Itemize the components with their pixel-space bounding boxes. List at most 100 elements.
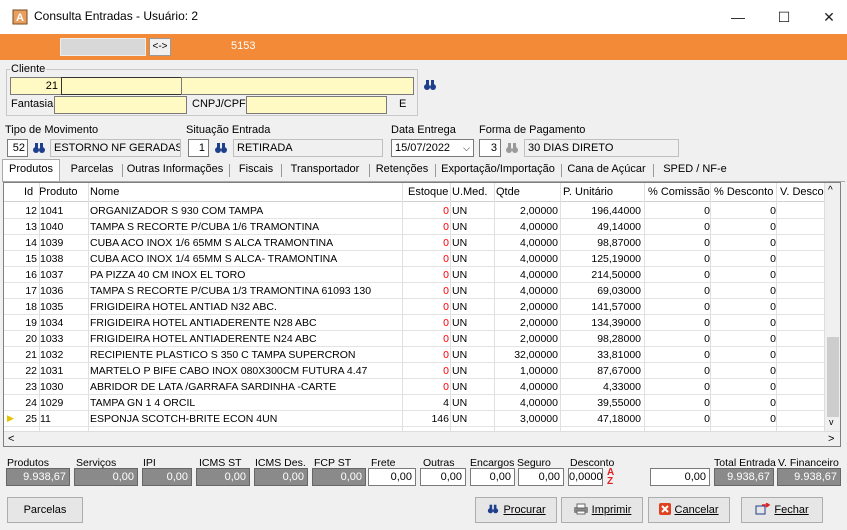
table-row[interactable]: 20 1033 FRIGIDEIRA HOTEL ANTIADERENTE N24 … <box>4 331 824 347</box>
encargos-field[interactable]: 0,00 <box>470 468 515 486</box>
oc-number: 5153 <box>231 40 256 52</box>
pagamento-code[interactable]: 3 <box>479 139 501 157</box>
col-vdesconto[interactable]: V. Desco <box>780 186 824 198</box>
cell-produto: 1034 <box>40 317 64 329</box>
cell-nome: PA PIZZA 40 CM INOX EL TORO <box>90 269 246 281</box>
cell-desconto: 0 <box>770 237 776 249</box>
cell-desconto: 0 <box>770 397 776 409</box>
col-nome[interactable]: Nome <box>90 186 119 198</box>
tab-sped-nfe[interactable]: SPED / NF-e <box>654 160 736 180</box>
col-umed[interactable]: U.Med. <box>452 186 487 198</box>
cell-punitario: 49,14000 <box>597 221 641 233</box>
cell-qtde: 4,00000 <box>520 397 558 409</box>
cancelar-button[interactable]: Cancelar <box>648 497 730 523</box>
frete-field[interactable]: 0,00 <box>368 468 416 486</box>
procurar-button[interactable]: Procurar <box>475 497 557 523</box>
seguro-field[interactable]: 0,00 <box>518 468 564 486</box>
table-row[interactable]: 13 1040 TAMPA S RECORTE P/CUBA 1/6 TRAMONT… <box>4 219 824 235</box>
desconto-percent-field[interactable]: 0,0000 <box>568 468 603 486</box>
cell-umed: UN <box>452 301 468 313</box>
data-entrega-field[interactable]: 15/07/2022 ⌵ <box>391 139 474 157</box>
cliente-label: Cliente <box>10 63 47 75</box>
minimize-button[interactable]: — <box>718 4 758 30</box>
column-divider <box>644 183 645 431</box>
imprimir-button[interactable]: Imprimir <box>561 497 643 523</box>
totals-footer: Produtos Serviços IPI ICMS ST ICMS Des. … <box>0 457 847 497</box>
cell-comissao: 0 <box>704 349 710 361</box>
col-comissao[interactable]: % Comissão <box>648 186 710 198</box>
col-desconto[interactable]: % Desconto <box>714 186 773 198</box>
scrollbar-thumb[interactable] <box>827 337 839 417</box>
scroll-left-icon[interactable]: < <box>8 433 14 445</box>
col-qtde[interactable]: Qtde <box>496 186 520 198</box>
table-row[interactable]: 22 1031 MARTELO P BIFE CABO INOX 080X300CM… <box>4 363 824 379</box>
horizontal-scrollbar[interactable]: < > <box>4 431 840 446</box>
table-row[interactable]: 15 1038 CUBA ACO INOX 1/4 65MM S ALCA- TRA… <box>4 251 824 267</box>
fechar-button[interactable]: Fechar <box>741 497 823 523</box>
binoculars-icon[interactable] <box>423 78 437 92</box>
fantasia-field[interactable] <box>54 96 187 114</box>
cell-umed: UN <box>452 317 468 329</box>
tab-produtos[interactable]: Produtos <box>2 159 60 181</box>
outras-field[interactable]: 0,00 <box>420 468 466 486</box>
tipo-mov-code[interactable]: 52 <box>7 139 28 157</box>
binoculars-icon[interactable] <box>214 141 228 155</box>
cell-id: 18 <box>25 301 37 313</box>
maximize-button[interactable]: ☐ <box>764 4 804 30</box>
table-row[interactable]: 21 1032 RECIPIENTE PLASTICO S 350 C TAMPA … <box>4 347 824 363</box>
tab-parcelas[interactable]: Parcelas <box>63 160 121 180</box>
table-row[interactable]: 14 1039 CUBA ACO INOX 1/6 65MM S ALCA TRAM… <box>4 235 824 251</box>
products-grid[interactable]: Id Produto Nome Estoque U.Med. Qtde P. U… <box>3 182 841 447</box>
cell-desconto: 0 <box>770 269 776 281</box>
cliente-name-field[interactable] <box>61 77 182 95</box>
table-row[interactable]: 16 1037 PA PIZZA 40 CM INOX EL TORO 0 UN 4,00… <box>4 267 824 283</box>
cell-comissao: 0 <box>704 317 710 329</box>
cell-desconto: 0 <box>770 205 776 217</box>
scroll-up-icon[interactable]: ^ <box>828 185 833 196</box>
parcelas-button[interactable]: Parcelas <box>7 497 83 523</box>
table-row[interactable]: 24 1029 TAMPA GN 1 4 ORCIL 4 UN 4,00000 39,550… <box>4 395 824 411</box>
tab-retencoes[interactable]: Retenções <box>370 160 434 180</box>
close-button[interactable]: ✕ <box>809 4 847 30</box>
oc-input[interactable] <box>60 38 146 56</box>
situacao-code[interactable]: 1 <box>188 139 209 157</box>
binoculars-icon[interactable] <box>505 141 519 155</box>
cell-desconto: 0 <box>770 349 776 361</box>
cell-id: 17 <box>25 285 37 297</box>
cell-id: 20 <box>25 333 37 345</box>
cell-punitario: 98,87000 <box>597 237 641 249</box>
cell-produto: 1032 <box>40 349 64 361</box>
window-titlebar: A Consulta Entradas - Usuário: 2 — ☐ ✕ <box>0 0 847 34</box>
parcelas-button-label: Parcelas <box>23 504 67 516</box>
chevron-down-icon[interactable]: ⌵ <box>463 141 470 156</box>
tab-transportador[interactable]: Transportador <box>282 160 368 180</box>
oc-nav-button[interactable]: <-> <box>149 38 171 56</box>
scroll-right-icon[interactable]: > <box>828 433 834 445</box>
table-row[interactable]: ▶ 25 11 ESPONJA SCOTCH-BRITE ECON 4UN 146 UN 3… <box>4 411 824 427</box>
cell-qtde: 2,00000 <box>520 317 558 329</box>
col-estoque[interactable]: Estoque <box>408 186 448 198</box>
col-punitario[interactable]: P. Unitário <box>563 186 613 198</box>
tab-fiscais[interactable]: Fiscais <box>230 160 282 180</box>
cell-comissao: 0 <box>704 269 710 281</box>
binoculars-icon[interactable] <box>32 141 46 155</box>
table-row[interactable]: 18 1035 FRIGIDEIRA HOTEL ANTIAD N32 ABC. 0 U… <box>4 299 824 315</box>
sort-toggle-icon[interactable]: AZ <box>607 468 614 487</box>
col-id[interactable]: Id <box>24 186 33 198</box>
table-row[interactable]: 19 1034 FRIGIDEIRA HOTEL ANTIADERENTE N28 … <box>4 315 824 331</box>
table-row[interactable]: 17 1036 TAMPA S RECORTE P/CUBA 1/3 TRAMONT… <box>4 283 824 299</box>
vertical-scrollbar[interactable]: ^ v <box>824 183 840 431</box>
cliente-code-field[interactable]: 21 <box>10 77 62 95</box>
cnpj-field[interactable] <box>246 96 387 114</box>
desconto-valor-field[interactable]: 0,00 <box>650 468 710 486</box>
cell-comissao: 0 <box>704 397 710 409</box>
tab-exportacao-importacao[interactable]: Exportação/Importação <box>436 160 560 180</box>
tab-outras-informacoes[interactable]: Outras Informações <box>123 160 227 180</box>
tipo-mov-desc: ESTORNO NF GERADAS <box>50 139 181 157</box>
scroll-down-icon[interactable]: v <box>829 417 834 427</box>
binoculars-icon <box>488 504 499 514</box>
col-produto[interactable]: Produto <box>39 186 78 198</box>
tab-cana-de-acucar[interactable]: Cana de Açúcar <box>562 160 651 180</box>
table-row[interactable]: 12 1041 ORGANIZADOR S 930 COM TAMPA 0 UN 2,00… <box>4 203 824 219</box>
table-row[interactable]: 23 1030 ABRIDOR DE LATA /GARRAFA SARDINHA … <box>4 379 824 395</box>
